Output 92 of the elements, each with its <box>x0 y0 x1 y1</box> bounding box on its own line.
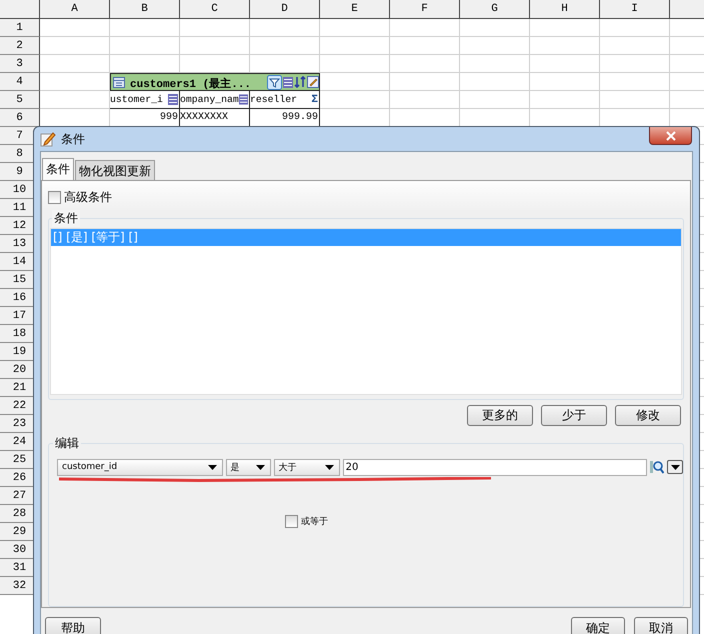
group-label: 编辑 <box>53 434 81 452</box>
list-icon <box>238 94 248 105</box>
column-header[interactable]: B <box>110 0 180 19</box>
sheet-cell[interactable] <box>460 55 530 73</box>
column-header[interactable]: E <box>320 0 390 19</box>
sheet-cell[interactable] <box>40 55 110 73</box>
sheet-cell[interactable] <box>530 19 600 37</box>
sheet-cell[interactable] <box>530 73 600 91</box>
sheet-cell[interactable] <box>250 37 320 55</box>
sheet-cell[interactable] <box>530 91 600 109</box>
column-label: reseller <box>250 94 298 105</box>
row-header[interactable]: 1 <box>0 19 40 37</box>
dropdown-button[interactable] <box>667 460 683 474</box>
sheet-cell[interactable] <box>110 19 180 37</box>
close-icon <box>666 130 676 140</box>
sheet-cell[interactable] <box>460 37 530 55</box>
corner-cell[interactable] <box>0 0 40 19</box>
sheet-cell[interactable] <box>320 55 390 73</box>
row-header[interactable]: 2 <box>0 37 40 55</box>
checkbox[interactable] <box>285 515 298 528</box>
table-icon <box>113 76 125 88</box>
row-header[interactable]: 5 <box>0 91 40 109</box>
row-header[interactable]: 3 <box>0 55 40 73</box>
sheet-cell[interactable] <box>460 19 530 37</box>
column-header[interactable]: C <box>180 0 250 19</box>
tab[interactable]: 条件 <box>42 158 74 180</box>
sheet-cell[interactable] <box>390 19 460 37</box>
column-label: ustomer_i <box>110 94 163 105</box>
table-title: customers1 (最主... <box>129 76 252 90</box>
sheet-cell[interactable] <box>530 37 600 55</box>
sheet-cell[interactable] <box>110 37 180 55</box>
column-header[interactable]: D <box>250 0 320 19</box>
checkbox[interactable] <box>48 190 61 204</box>
list-icon <box>283 76 293 88</box>
edit-icon <box>307 76 319 88</box>
checkbox-label[interactable]: 高级条件 <box>64 188 112 206</box>
column-header[interactable]: H <box>530 0 600 19</box>
group-label: 条件 <box>52 210 80 227</box>
checkbox-label[interactable]: 或等于 <box>301 515 328 528</box>
dropdown[interactable]: 是 <box>226 458 271 476</box>
sheet-cell[interactable] <box>320 37 390 55</box>
sheet-cell[interactable] <box>180 37 250 55</box>
caret-icon <box>208 464 217 470</box>
column-header[interactable]: F <box>390 0 460 19</box>
sheet-cell[interactable] <box>530 55 600 73</box>
sheet-cell[interactable] <box>40 37 110 55</box>
dropdown[interactable]: customer_id <box>57 458 223 476</box>
sheet-cell[interactable] <box>600 37 670 55</box>
sheet-cell[interactable] <box>40 19 110 37</box>
column-header[interactable] <box>670 0 704 19</box>
sheet-cell[interactable] <box>460 73 530 91</box>
caret-icon <box>256 464 265 470</box>
sheet-cell[interactable] <box>390 37 460 55</box>
button[interactable]: 少于 <box>541 405 607 426</box>
column-label: ompany_nam <box>180 94 239 105</box>
sheet-cell[interactable] <box>460 91 530 109</box>
tab[interactable]: 物化视图更新 <box>75 160 155 180</box>
button[interactable]: 修改 <box>615 405 681 426</box>
button[interactable]: 确定 <box>571 617 625 634</box>
sheet-cell[interactable] <box>600 91 670 109</box>
list-icon <box>168 94 178 105</box>
sheet-cell[interactable] <box>390 91 460 109</box>
sort-icon <box>294 76 306 88</box>
button[interactable]: 更多的 <box>467 405 533 426</box>
help-button[interactable]: 帮助 <box>45 617 101 634</box>
column-header[interactable]: A <box>40 0 110 19</box>
column-header[interactable]: I <box>600 0 670 19</box>
sum-symbol: Σ <box>311 94 318 106</box>
pencil-note-icon <box>40 131 56 147</box>
sheet-cell[interactable] <box>320 91 390 109</box>
sheet-cell[interactable] <box>250 19 320 37</box>
caret-icon <box>324 464 334 470</box>
filter-icon <box>267 74 282 90</box>
sheet-cell[interactable] <box>600 19 670 37</box>
button[interactable]: 取消 <box>634 617 688 634</box>
sheet-cell[interactable] <box>180 19 250 37</box>
sheet-cell[interactable] <box>600 55 670 73</box>
value-field[interactable]: 20 <box>342 458 648 476</box>
search-icon <box>650 460 664 474</box>
window-title: 条件 <box>61 130 85 148</box>
sheet-cell[interactable] <box>320 19 390 37</box>
row-header[interactable]: 6 <box>0 109 40 127</box>
dropdown[interactable]: 大于 <box>274 458 340 476</box>
caret-icon <box>670 464 680 470</box>
row-header[interactable]: 4 <box>0 73 40 91</box>
sheet-cell[interactable] <box>40 91 110 109</box>
sheet-cell[interactable] <box>390 55 460 73</box>
close-button[interactable] <box>649 127 692 145</box>
column-header[interactable]: G <box>460 0 530 19</box>
sheet-cell[interactable] <box>390 73 460 91</box>
sheet-cell[interactable] <box>600 73 670 91</box>
sheet-cell[interactable] <box>320 73 390 91</box>
